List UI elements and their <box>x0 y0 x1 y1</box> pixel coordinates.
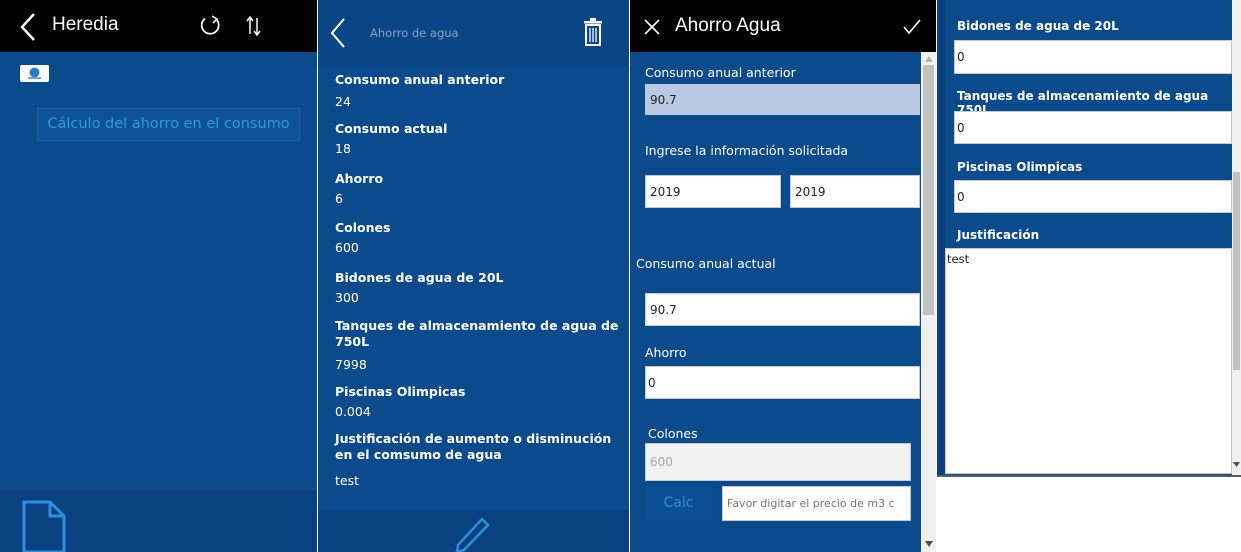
browse-screen <box>0 0 317 552</box>
field-label: Justificación de aumento o disminución e… <box>335 431 612 462</box>
new-document-icon[interactable] <box>22 500 66 552</box>
back-icon[interactable] <box>18 12 38 42</box>
field-value: 7998 <box>335 357 367 372</box>
field-label: Colones <box>335 220 391 235</box>
field-label: Piscinas Olimpicas <box>335 384 466 399</box>
consumo-actual-label: Consumo anual actual <box>636 256 776 271</box>
trash-icon[interactable] <box>583 18 603 46</box>
detail-header: Ahorro de agua <box>318 0 629 66</box>
form-bottom-border <box>937 475 1241 477</box>
bidones-field[interactable] <box>954 40 1232 74</box>
sort-icon[interactable] <box>244 15 264 37</box>
scroll-down-arrow-icon[interactable] <box>1233 462 1240 467</box>
refresh-icon[interactable] <box>198 14 222 38</box>
field-value: 18 <box>335 141 351 156</box>
edit-scrollbar[interactable] <box>921 52 936 552</box>
field-label: Ahorro <box>335 171 384 186</box>
close-icon[interactable] <box>644 19 660 35</box>
colones-field <box>645 443 911 481</box>
precio-m3-field[interactable] <box>722 486 911 521</box>
page-title: Heredia <box>52 14 119 35</box>
form-left-border <box>937 0 945 477</box>
justificacion-textarea[interactable] <box>945 248 1232 474</box>
field-label: Bidones de agua de 20L <box>335 270 504 285</box>
detail-title: Ahorro de agua <box>370 26 459 40</box>
calc-button-label: Calc <box>663 495 694 511</box>
scrollbar-thumb[interactable] <box>923 65 934 315</box>
scroll-down-arrow-icon[interactable] <box>925 541 933 547</box>
field-value: 6 <box>335 191 343 206</box>
year-to-field[interactable] <box>790 175 920 208</box>
checkmark-icon[interactable] <box>903 19 921 35</box>
field-label: Consumo actual <box>335 121 448 136</box>
justificacion-label: Justificación <box>957 228 1040 242</box>
ahorro-label: Ahorro <box>645 345 687 360</box>
field-label: Consumo anual anterior <box>335 72 505 87</box>
app-logo <box>20 65 49 82</box>
justificacion-text: test <box>947 252 970 266</box>
field-value: 600 <box>335 240 359 255</box>
back-icon[interactable] <box>328 17 348 49</box>
scrollbar-thumb[interactable] <box>1233 172 1240 370</box>
edit-pencil-icon[interactable] <box>454 517 490 552</box>
browse-header: Heredia <box>0 0 317 52</box>
bidones-label: Bidones de agua de 20L <box>957 19 1119 33</box>
scrolled-scrollbar[interactable] <box>1232 0 1241 475</box>
field-label: Tanques de almacenamiento de agua de 750… <box>335 318 619 349</box>
calc-savings-label: Cálculo del ahorro en el consumo <box>47 116 290 132</box>
consumo-anterior-field[interactable] <box>645 84 920 115</box>
field-value: 300 <box>335 290 359 305</box>
year-from-field[interactable] <box>645 175 781 208</box>
field-value: 0.004 <box>335 404 371 419</box>
tanques-field[interactable] <box>954 111 1232 144</box>
edit-header: Ahorro Agua <box>630 0 936 52</box>
piscinas-label: Piscinas Olimpicas <box>957 160 1083 174</box>
piscinas-field[interactable] <box>954 180 1232 213</box>
field-value: test <box>335 473 360 488</box>
colones-label: Colones <box>648 426 698 441</box>
consumo-anterior-label: Consumo anual anterior <box>645 65 796 80</box>
scroll-up-arrow-icon[interactable] <box>925 56 933 62</box>
ahorro-field[interactable] <box>645 366 920 399</box>
field-value: 24 <box>335 94 351 109</box>
consumo-actual-field[interactable] <box>645 293 920 326</box>
edit-title: Ahorro Agua <box>675 15 781 36</box>
ingrese-info-label: Ingrese la información solicitada <box>645 143 849 158</box>
